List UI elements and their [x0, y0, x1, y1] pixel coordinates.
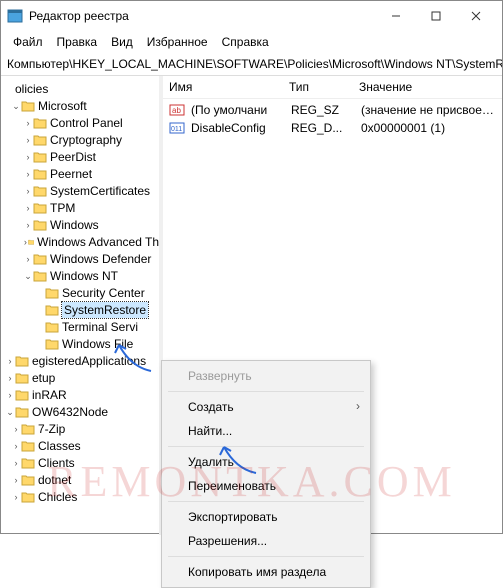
cm-delete[interactable]: Удалить: [164, 450, 368, 474]
tree-item[interactable]: ›Windows: [5, 216, 159, 233]
tree-item[interactable]: ›PeerDist: [5, 148, 159, 165]
tree-item[interactable]: ›inRAR: [5, 386, 159, 403]
cm-rename[interactable]: Переименовать: [164, 474, 368, 498]
tree-item[interactable]: ›Cryptography: [5, 131, 159, 148]
tree-item[interactable]: ⌄Microsoft: [5, 97, 159, 114]
list-row[interactable]: 011DisableConfigREG_D...0x00000001 (1): [163, 119, 502, 137]
tree-item[interactable]: ›dotnet: [5, 471, 159, 488]
list-row[interactable]: ab(По умолчаниREG_SZ(значение не присвое…: [163, 101, 502, 119]
tree-item[interactable]: ›Control Panel: [5, 114, 159, 131]
tree-item[interactable]: olicies: [5, 80, 159, 97]
list-body: ab(По умолчаниREG_SZ(значение не присвое…: [163, 99, 502, 139]
cm-find[interactable]: Найти...: [164, 419, 368, 443]
context-menu: Развернуть Создать Найти... Удалить Пере…: [161, 360, 371, 588]
cm-sep: [168, 391, 364, 392]
col-value[interactable]: Значение: [353, 76, 502, 98]
regedit-icon: [7, 8, 23, 24]
col-name[interactable]: Имя: [163, 76, 283, 98]
cm-sep: [168, 556, 364, 557]
menu-favorites[interactable]: Избранное: [141, 33, 214, 51]
tree-item[interactable]: ›SystemCertificates: [5, 182, 159, 199]
tree-item[interactable]: ›TPM: [5, 199, 159, 216]
tree-item[interactable]: ›Classes: [5, 437, 159, 454]
svg-text:ab: ab: [172, 106, 181, 115]
menubar: Файл Правка Вид Избранное Справка: [1, 31, 502, 55]
svg-text:011: 011: [171, 126, 182, 133]
tree-item[interactable]: ›Peernet: [5, 165, 159, 182]
tree-item[interactable]: ›Chicles: [5, 488, 159, 505]
cm-sep: [168, 446, 364, 447]
cm-sep: [168, 501, 364, 502]
tree-item[interactable]: ›etup: [5, 369, 159, 386]
list-header: Имя Тип Значение: [163, 76, 502, 99]
close-button[interactable]: [456, 2, 496, 30]
tree-item[interactable]: ›egisteredApplications: [5, 352, 159, 369]
cm-expand: Развернуть: [164, 364, 368, 388]
titlebar: Редактор реестра: [1, 1, 502, 31]
menu-file[interactable]: Файл: [7, 33, 49, 51]
window-title: Редактор реестра: [29, 9, 376, 23]
cm-create[interactable]: Создать: [164, 395, 368, 419]
menu-edit[interactable]: Правка: [51, 33, 104, 51]
menu-view[interactable]: Вид: [105, 33, 139, 51]
col-type[interactable]: Тип: [283, 76, 353, 98]
tree-item[interactable]: Security Center: [5, 284, 159, 301]
maximize-button[interactable]: [416, 2, 456, 30]
tree-item[interactable]: ›Clients: [5, 454, 159, 471]
tree-item[interactable]: ⌄Windows NT: [5, 267, 159, 284]
tree-item[interactable]: ›Windows Advanced Th: [5, 233, 159, 250]
cm-export[interactable]: Экспортировать: [164, 505, 368, 529]
minimize-button[interactable]: [376, 2, 416, 30]
tree-item[interactable]: ›7-Zip: [5, 420, 159, 437]
tree-item[interactable]: ›Windows Defender: [5, 250, 159, 267]
registry-tree[interactable]: olicies⌄Microsoft›Control Panel›Cryptogr…: [1, 76, 159, 535]
menu-help[interactable]: Справка: [216, 33, 275, 51]
tree-item[interactable]: ⌄OW6432Node: [5, 403, 159, 420]
tree-item[interactable]: SystemRestore: [5, 301, 159, 318]
tree-item[interactable]: Terminal Servi: [5, 318, 159, 335]
cm-perms[interactable]: Разрешения...: [164, 529, 368, 553]
address-bar[interactable]: Компьютер\HKEY_LOCAL_MACHINE\SOFTWARE\Po…: [1, 55, 502, 75]
cm-copykey[interactable]: Копировать имя раздела: [164, 560, 368, 584]
tree-item[interactable]: Windows File: [5, 335, 159, 352]
